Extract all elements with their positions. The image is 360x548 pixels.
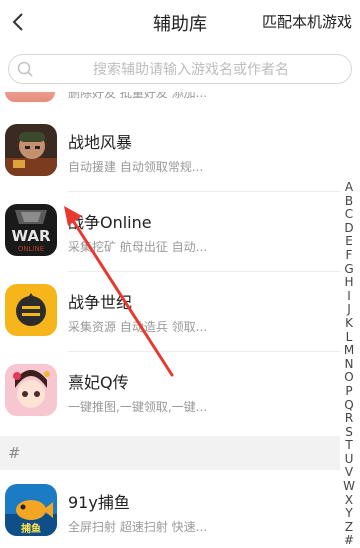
fish-logo-text: 捕鱼	[21, 522, 41, 535]
index-letter[interactable]: A	[342, 180, 356, 195]
list-item[interactable]: 战争世纪 采集资源 自动造兵 领取...	[0, 272, 340, 352]
game-icon-war-online: WAR ONLINE	[5, 204, 57, 256]
index-letter[interactable]: R	[342, 411, 356, 426]
match-local-games-button[interactable]: 匹配本机游戏	[262, 11, 352, 32]
section-header-hash: #	[0, 436, 340, 470]
game-icon-zhandi	[5, 124, 57, 176]
game-desc: 采集资源 自动造兵 领取...	[68, 320, 208, 334]
search-input[interactable]	[39, 55, 343, 85]
index-letter[interactable]: D	[342, 221, 356, 236]
search-bar[interactable]	[8, 54, 352, 85]
game-desc: 自动援建 自动领取常规...	[68, 160, 204, 174]
index-letter[interactable]: T	[342, 439, 356, 453]
game-desc: 一键推图,一键领取,一键...	[68, 400, 208, 414]
index-letter[interactable]: S	[342, 425, 356, 440]
war-logo-text: WAR	[11, 227, 50, 245]
index-letter[interactable]: H	[342, 276, 356, 290]
alphabet-index[interactable]: A B C D E F G H I J K L M N O P Q R S T U V W X Y Z #	[342, 180, 356, 548]
search-icon	[17, 61, 33, 77]
index-letter[interactable]: J	[342, 303, 356, 317]
game-desc: 采集挖矿 航母出征 自动...	[68, 240, 208, 254]
game-name: 91y捕鱼	[68, 493, 130, 512]
game-icon-war-century	[5, 284, 57, 336]
index-letter[interactable]: Z	[342, 520, 356, 535]
list-item[interactable]: WAR ONLINE 战争Online 采集挖矿 航母出征 自动...	[0, 192, 340, 272]
war-sub-text: ONLINE	[18, 245, 44, 253]
index-letter[interactable]: B	[342, 194, 356, 209]
index-letter[interactable]: G	[342, 262, 356, 277]
index-letter[interactable]: E	[342, 235, 356, 249]
game-list[interactable]: 删除好友 批量好友 添加... 战地风暴 自动援建 自动领取常规... WAR	[0, 92, 360, 546]
game-icon	[5, 92, 55, 102]
game-name: 战争世纪	[68, 293, 133, 312]
index-letter[interactable]: V	[342, 466, 356, 480]
game-name: 熹妃Q传	[68, 373, 129, 392]
game-icon-91y-fishing: 捕鱼	[5, 484, 57, 536]
index-letter[interactable]: L	[342, 330, 356, 345]
list-item[interactable]: 删除好友 批量好友 添加...	[0, 92, 360, 104]
list-item[interactable]: 捕鱼 91y捕鱼 全屏扫射 超速扫射 快速...	[0, 472, 340, 546]
index-letter[interactable]: Q	[342, 398, 356, 413]
game-icon-xifei	[5, 364, 57, 416]
game-name: 战地风暴	[68, 133, 133, 152]
index-letter[interactable]: X	[342, 493, 356, 508]
index-letter[interactable]: M	[342, 344, 356, 358]
index-letter[interactable]: O	[342, 371, 356, 385]
list-item[interactable]: 战地风暴 自动援建 自动领取常规...	[0, 112, 340, 192]
index-letter[interactable]: K	[342, 316, 356, 331]
index-letter[interactable]: P	[342, 384, 356, 399]
game-desc: 全屏扫射 超速扫射 快速...	[68, 520, 208, 534]
game-name: 战争Online	[68, 213, 152, 232]
index-letter[interactable]: N	[342, 357, 356, 372]
list-item[interactable]: 熹妃Q传 一键推图,一键领取,一键...	[0, 352, 340, 432]
index-letter[interactable]: F	[342, 248, 356, 263]
back-arrow-icon[interactable]	[6, 8, 34, 36]
top-bar: 辅助库 匹配本机游戏	[0, 0, 360, 44]
game-desc: 删除好友 批量好友 添加...	[68, 92, 208, 100]
index-letter[interactable]: U	[342, 452, 356, 467]
section-label: #	[8, 444, 21, 462]
index-letter[interactable]: W	[342, 479, 356, 494]
index-letter[interactable]: Y	[342, 507, 356, 521]
index-letter[interactable]: C	[342, 208, 356, 222]
index-letter[interactable]: I	[342, 289, 356, 304]
